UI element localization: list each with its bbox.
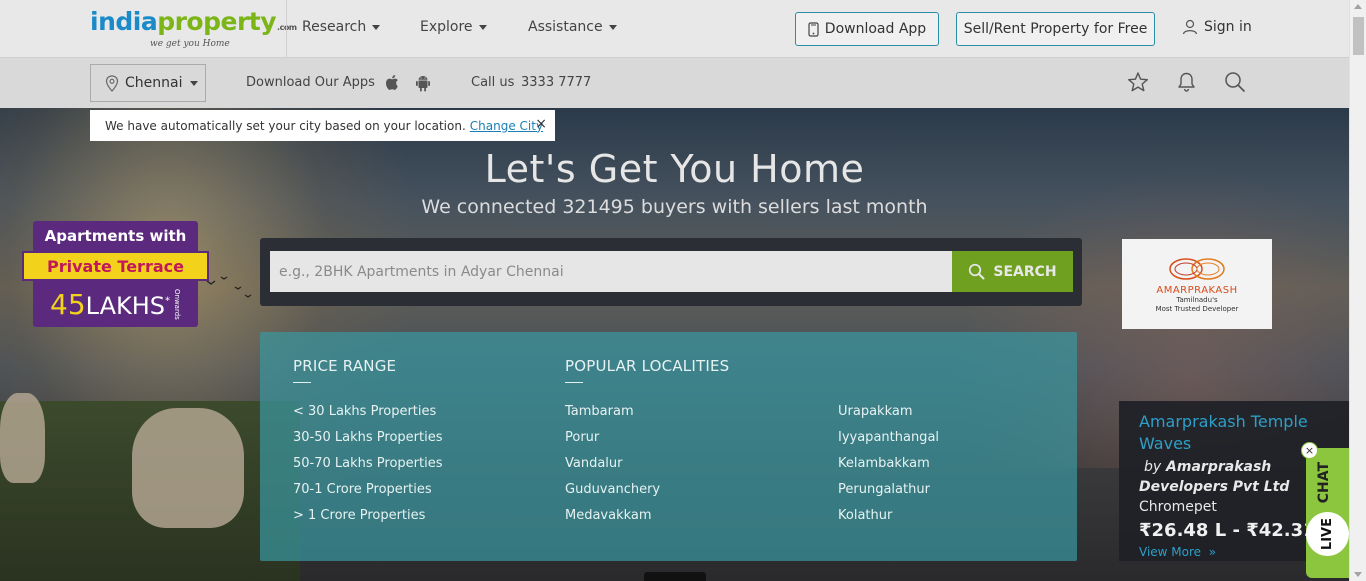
- chevron-down-icon: [372, 24, 381, 30]
- scroll-down-tab[interactable]: [644, 572, 706, 581]
- price-range-link[interactable]: 30-50 Lakhs Properties: [293, 430, 443, 456]
- popular-localities-heading: POPULAR LOCALITIES: [565, 357, 730, 375]
- chevron-down-icon: [478, 24, 487, 30]
- search-button[interactable]: SEARCH: [952, 251, 1073, 292]
- chevron-down-icon: [608, 24, 617, 30]
- call-number[interactable]: 3333 7777: [521, 75, 591, 90]
- scroll-thumb[interactable]: [1353, 17, 1364, 55]
- close-icon[interactable]: ×: [1301, 442, 1318, 459]
- nav-explore[interactable]: Explore: [420, 19, 487, 35]
- locality-link[interactable]: Iyyapanthangal: [838, 430, 939, 456]
- sub-header: Chennai Download Our Apps Call us 3333 7…: [0, 58, 1349, 108]
- apple-icon[interactable]: [385, 74, 400, 95]
- star-icon[interactable]: [1127, 71, 1149, 97]
- double-chevron-right-icon: »: [1204, 545, 1217, 559]
- nav-explore-label: Explore: [420, 19, 473, 35]
- logo-part2: property: [157, 7, 277, 36]
- city-notice: We have automatically set your city base…: [90, 110, 555, 141]
- promo-banner[interactable]: Apartments with Private Terrace 45LAKHS*…: [22, 221, 210, 329]
- bell-icon[interactable]: [1176, 71, 1197, 97]
- quick-links-panel: PRICE RANGE < 30 Lakhs Properties 30-50 …: [260, 332, 1077, 561]
- birds-icon: [206, 276, 252, 298]
- divider: [565, 382, 583, 383]
- sell-rent-button[interactable]: Sell/Rent Property for Free: [956, 12, 1155, 46]
- promo-line1: Apartments with: [33, 221, 198, 251]
- localities-column-2: Urapakkam Iyyapanthangal Kelambakkam Per…: [838, 404, 939, 534]
- download-app-label: Download App: [824, 21, 927, 37]
- scroll-down-arrow-icon[interactable]: [1354, 572, 1362, 577]
- site-logo[interactable]: indiaproperty.com we get you Home: [90, 7, 297, 50]
- divider: [293, 382, 311, 383]
- call-us-label: Call us: [471, 75, 515, 90]
- developer-ad[interactable]: AMARPRAKASH Tamilnadu's Most Trusted Dev…: [1122, 239, 1272, 329]
- nav-research-label: Research: [302, 19, 367, 35]
- price-range-column: PRICE RANGE < 30 Lakhs Properties 30-50 …: [293, 332, 443, 534]
- change-city-link[interactable]: Change City: [470, 119, 543, 133]
- download-app-button[interactable]: Download App: [795, 12, 939, 46]
- locality-link[interactable]: Kolathur: [838, 508, 939, 534]
- nav-assistance[interactable]: Assistance: [528, 19, 617, 35]
- locality-link[interactable]: Medavakkam: [565, 508, 729, 534]
- hero-subtitle: We connected 321495 buyers with sellers …: [421, 196, 928, 218]
- promo-price-number: 45: [50, 287, 86, 321]
- sign-in-link[interactable]: Sign in: [1182, 19, 1252, 35]
- price-range-heading: PRICE RANGE: [293, 357, 397, 375]
- listing-developer-name: Amarprakash Developers Pvt Ltd: [1139, 459, 1290, 495]
- chat-bubble-icon: LIVE: [1306, 512, 1349, 556]
- price-range-link[interactable]: < 30 Lakhs Properties: [293, 404, 443, 430]
- mobile-phone-icon: [808, 21, 819, 37]
- page-scrollbar[interactable]: [1349, 0, 1366, 581]
- nav-research[interactable]: Research: [302, 19, 381, 35]
- promo-star: *: [165, 295, 170, 307]
- listing-by-prefix: by: [1144, 459, 1162, 475]
- user-icon: [1182, 19, 1198, 35]
- top-header: indiaproperty.com we get you Home Resear…: [0, 0, 1349, 58]
- promo-onwards: Onwards: [173, 288, 181, 320]
- price-range-link[interactable]: > 1 Crore Properties: [293, 508, 443, 534]
- logo-part1: india: [90, 7, 158, 36]
- header-divider: [286, 0, 287, 58]
- city-label: Chennai: [125, 75, 183, 91]
- hero-chair-image: [132, 408, 244, 528]
- location-pin-icon: [105, 74, 119, 92]
- promo-price-unit: LAKHS: [85, 291, 165, 320]
- locality-link[interactable]: Urapakkam: [838, 404, 939, 430]
- search-icon[interactable]: [1224, 71, 1246, 97]
- live-label: LIVE: [1320, 517, 1335, 551]
- view-more-label: View More: [1139, 545, 1202, 559]
- locality-link[interactable]: Porur: [565, 430, 729, 456]
- locality-link[interactable]: Vandalur: [565, 456, 729, 482]
- search-button-label: SEARCH: [993, 263, 1057, 280]
- sign-in-label: Sign in: [1204, 19, 1252, 35]
- live-chat-label: CHAT: [1316, 462, 1332, 504]
- price-range-link[interactable]: 70-1 Crore Properties: [293, 482, 443, 508]
- sell-rent-label: Sell/Rent Property for Free: [963, 21, 1148, 37]
- close-icon[interactable]: ×: [535, 116, 547, 132]
- search-bar: SEARCH: [260, 238, 1082, 306]
- ad-tagline1: Tamilnadu's: [1176, 295, 1218, 304]
- ad-brand: AMARPRAKASH: [1156, 284, 1238, 296]
- search-input[interactable]: [270, 251, 952, 292]
- locality-link[interactable]: Kelambakkam: [838, 456, 939, 482]
- locality-link[interactable]: Perungalathur: [838, 482, 939, 508]
- amarprakash-logo-icon: [1169, 257, 1225, 280]
- ad-tagline2: Most Trusted Developer: [1155, 304, 1239, 313]
- promo-line2: Private Terrace: [22, 251, 209, 281]
- price-range-link[interactable]: 50-70 Lakhs Properties: [293, 456, 443, 482]
- chevron-down-icon: [190, 80, 199, 86]
- city-selector[interactable]: Chennai: [90, 64, 206, 102]
- promo-price: 45LAKHS* Onwards: [33, 281, 198, 327]
- search-icon: [969, 263, 985, 280]
- locality-link[interactable]: Guduvanchery: [565, 482, 729, 508]
- android-icon[interactable]: [415, 74, 431, 96]
- download-apps-text: Download Our Apps: [246, 75, 375, 90]
- city-notice-text: We have automatically set your city base…: [105, 118, 466, 133]
- nav-assistance-label: Assistance: [528, 19, 603, 35]
- hero-chair-image: [0, 393, 45, 483]
- hero-title: Let's Get You Home: [484, 147, 865, 191]
- localities-column-1: POPULAR LOCALITIES Tambaram Porur Vandal…: [565, 332, 729, 534]
- locality-link[interactable]: Tambaram: [565, 404, 729, 430]
- live-chat-widget[interactable]: × CHAT LIVE: [1301, 442, 1349, 578]
- scroll-up-arrow-icon[interactable]: [1354, 4, 1362, 9]
